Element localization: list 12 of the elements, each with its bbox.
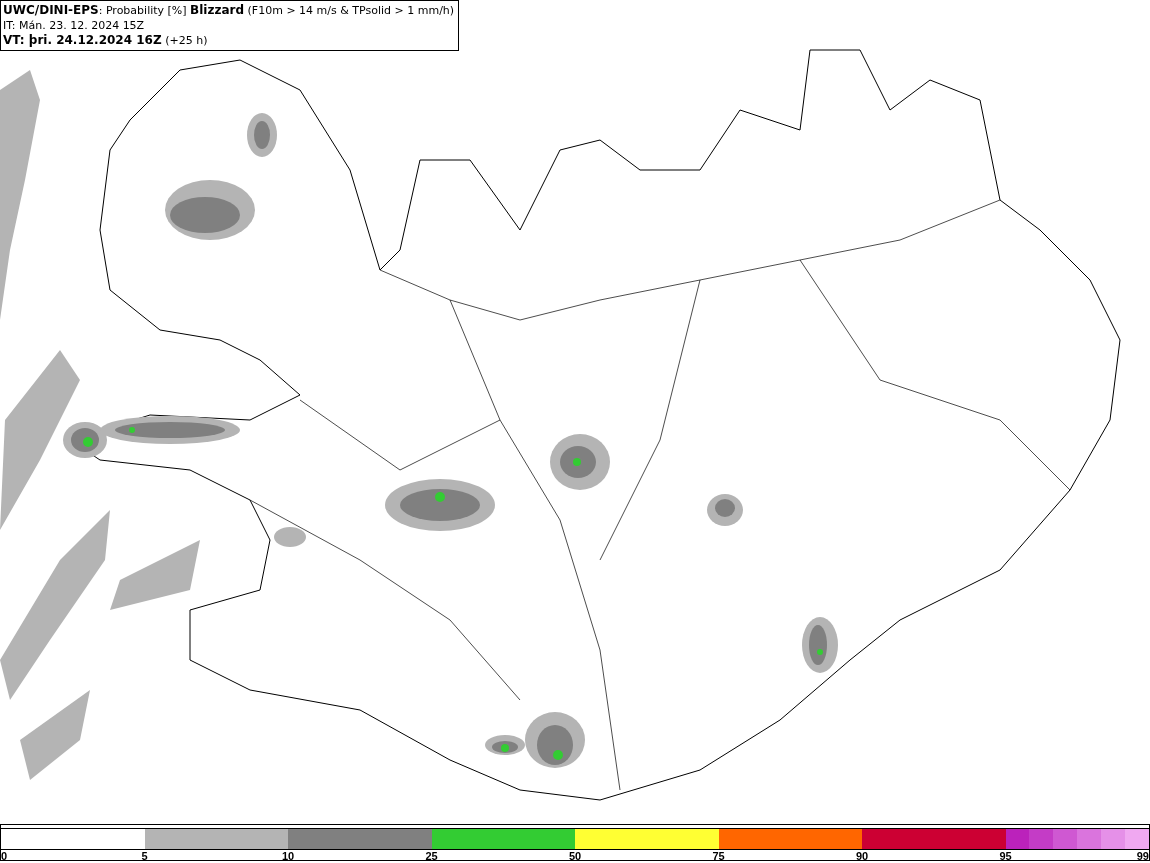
valid-time: VT: þri. 24.12.2024 16Z (+25 h)	[3, 33, 209, 49]
initial-time: IT: Mán. 23. 12. 2024 15Z	[3, 18, 146, 33]
legend-label: 95	[999, 850, 1012, 862]
legend-label: 5	[141, 850, 148, 862]
legend-label: 50	[568, 850, 582, 862]
legend-label: 25	[425, 850, 438, 862]
legend-label: 10	[281, 850, 295, 862]
legend-label: 0	[1, 850, 8, 862]
map-title: UWC/DINI-EPS: Probability [%] Blizzard (F10m > 14 m/s & TPsolid > 1 mm/h)	[3, 3, 455, 19]
legend-label: 90	[855, 850, 869, 862]
legend-label: 75	[712, 850, 725, 862]
legend-label: 99	[1136, 850, 1149, 862]
